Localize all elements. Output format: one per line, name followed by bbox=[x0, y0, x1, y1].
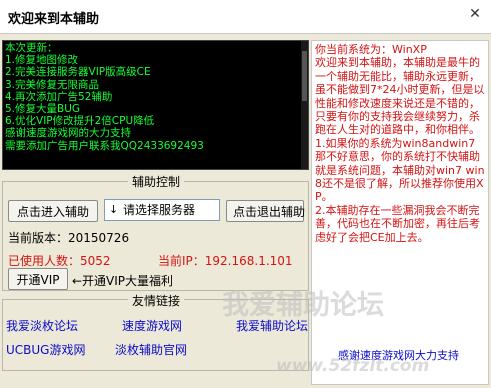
update-line: 1.修复地图修改 bbox=[5, 54, 79, 67]
update-list: 本次更新： 1.修复地图修改 2.完美连接服务器VIP版高级CE 3.完美修复无… bbox=[3, 41, 308, 153]
thanks-link[interactable]: 感谢速度游戏网大力支持 bbox=[338, 347, 459, 363]
enter-assist-button[interactable]: 点击进入辅助 bbox=[8, 200, 98, 222]
server-select-value: 请选择服务器 bbox=[123, 203, 196, 217]
link-woai-danmei[interactable]: 我爱淡枚论坛 bbox=[6, 317, 78, 334]
update-line: 需要添加广告用户联系我QQ2433692493 bbox=[5, 139, 204, 152]
notice-paragraph: 欢迎来到本辅助，本辅助是最牛的一个辅助无能比，辅助永远更新，虽不能做到7*24小… bbox=[315, 56, 485, 137]
close-icon[interactable]: ✕ bbox=[465, 4, 485, 24]
notice-paragraph: 1.如果你的系统为win8andwin7那不好意思，你的系统打不快辅助就是系统问… bbox=[315, 136, 485, 204]
notice-text: 你当前系统为：WinXP 欢迎来到本辅助，本辅助是最牛的一个辅助无能比，辅助永远… bbox=[312, 41, 488, 246]
exit-assist-button[interactable]: 点击退出辅助 bbox=[226, 200, 305, 222]
system-info-text: 你当前系统为：WinXP bbox=[315, 43, 427, 56]
link-ucbug-game[interactable]: UCBUG游戏网 bbox=[6, 341, 85, 358]
update-line: 3.完美修复无限商品 bbox=[5, 78, 100, 91]
update-line: 4.再次添加广告52辅助 bbox=[5, 90, 113, 103]
vip-hint-text: ←开通VIP大量福利 bbox=[72, 274, 174, 288]
friend-links-label: 友情链接 bbox=[128, 292, 185, 309]
link-danmei-official[interactable]: 淡枚辅助官网 bbox=[115, 341, 187, 358]
notice-panel: 你当前系统为：WinXP 欢迎来到本辅助，本辅助是最牛的一个辅助无能比，辅助永远… bbox=[311, 40, 489, 385]
update-line: 5.修复大量BUG bbox=[5, 103, 81, 116]
update-line: 2.完美连接服务器VIP版高级CE bbox=[5, 66, 151, 79]
update-log-scrollbar[interactable] bbox=[301, 41, 308, 169]
current-ip-text: 当前IP：192.168.1.101 bbox=[158, 254, 293, 268]
update-log[interactable]: 本次更新： 1.修复地图修改 2.完美连接服务器VIP版高级CE 3.完美修复无… bbox=[2, 40, 309, 170]
main-window: 欢迎来到本辅助 ✕ 本次更新： 1.修复地图修改 2.完美连接服务器VIP版高级… bbox=[0, 0, 491, 388]
user-count-text: 已使用人数：5052 bbox=[8, 254, 111, 268]
open-vip-button[interactable]: 开通VIP bbox=[8, 268, 68, 290]
chevron-down-icon: ↓ bbox=[109, 203, 119, 216]
window-title: 欢迎来到本辅助 bbox=[8, 12, 100, 27]
title-bar: 欢迎来到本辅助 ✕ bbox=[0, 0, 491, 34]
link-sudu-game[interactable]: 速度游戏网 bbox=[122, 317, 182, 334]
link-woai-fuzhu[interactable]: 我爱辅助论坛 bbox=[236, 317, 308, 334]
notice-paragraph: 2.本辅助存在一些漏洞我会不断完善，代码也在不断加密，再往后考虑好了会把CE加上… bbox=[315, 203, 480, 244]
scroll-thumb[interactable] bbox=[302, 51, 307, 101]
update-line: 6.优化VIP修改提升2倍CPU降低 bbox=[5, 115, 155, 128]
server-select[interactable]: ↓ 请选择服务器 bbox=[104, 199, 220, 221]
update-line: 本次更新： bbox=[5, 42, 58, 54]
control-group-label: 辅助控制 bbox=[128, 173, 185, 190]
update-line: 感谢速度游戏网的大力支持 bbox=[5, 127, 131, 140]
friend-links-group bbox=[2, 299, 309, 371]
version-text: 当前版本：20150726 bbox=[8, 231, 130, 245]
